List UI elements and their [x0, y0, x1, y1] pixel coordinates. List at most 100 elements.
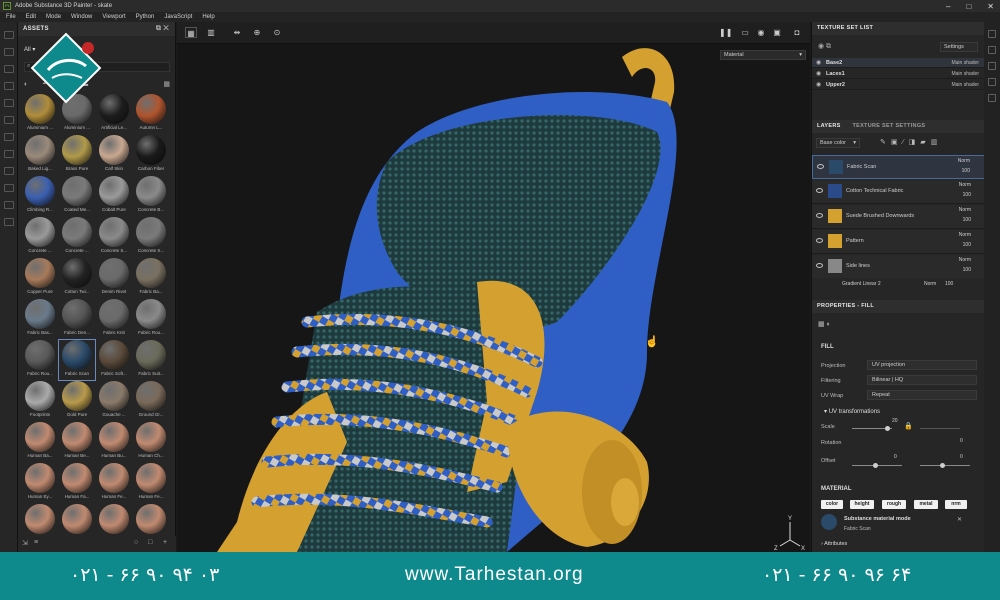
close-icon[interactable]: ✕ — [957, 516, 962, 523]
viewport-3d[interactable]: Y Z X — [177, 22, 810, 552]
menu-mode[interactable]: Mode — [46, 14, 61, 20]
pause-icon[interactable]: ❚❚ — [719, 27, 732, 38]
eye-icon[interactable]: ◉ — [816, 81, 821, 88]
grid-layout-icon[interactable]: ▦ — [185, 27, 197, 38]
maximize-icon[interactable]: □ — [966, 2, 971, 11]
channel-select[interactable]: Base color ▾ — [816, 138, 860, 148]
smudge-icon[interactable] — [3, 99, 14, 107]
layer-blend[interactable]: Norm — [959, 232, 971, 238]
layer-blend[interactable]: Norm — [959, 182, 971, 188]
scale-slider-y[interactable] — [920, 428, 960, 429]
channel-metal-button[interactable]: metal — [914, 500, 938, 509]
tab-texture-set-settings[interactable]: TEXTURE SET SETTINGS — [852, 123, 925, 129]
asset-tile[interactable]: Carbon Fiber — [133, 135, 169, 175]
menu-file[interactable]: File — [6, 14, 16, 20]
asset-tile[interactable]: Fabric Knit — [96, 299, 132, 339]
attributes-section[interactable]: › Attributes — [821, 541, 847, 547]
asset-tile[interactable]: Human Fe... — [96, 463, 132, 503]
viewport-mode-select[interactable]: Material ▾ — [720, 50, 806, 60]
properties-icon[interactable] — [988, 62, 996, 70]
lock-icon[interactable]: 🔒 — [904, 422, 913, 430]
menu-javascript[interactable]: JavaScript — [164, 14, 192, 20]
square-icon[interactable]: □ — [148, 539, 152, 546]
projection-select[interactable]: UV projection — [867, 360, 977, 370]
asset-tile[interactable]: Copper Pure — [22, 258, 58, 298]
menu-edit[interactable]: Edit — [26, 14, 36, 20]
close-icon[interactable]: ✕ — [987, 2, 994, 11]
asset-tile[interactable]: Denim Rivet — [96, 258, 132, 298]
asset-tile[interactable]: Autumn L... — [133, 94, 169, 134]
asset-tile[interactable]: Concrete ... — [22, 217, 58, 257]
asset-tile[interactable]: Fabric Scan — [58, 339, 96, 381]
menu-python[interactable]: Python — [136, 14, 155, 20]
asset-tile[interactable]: Concrete ... — [59, 217, 95, 257]
layer-visibility-icon[interactable] — [817, 164, 824, 169]
asset-tile[interactable]: Human Ba... — [22, 422, 58, 462]
eye-toggle-icon[interactable]: ◉ ⧉ — [818, 42, 831, 51]
layer-opacity[interactable]: 100 — [963, 217, 971, 223]
layer-opacity[interactable]: 100 — [963, 242, 971, 248]
layer-row[interactable]: Side lines Norm 100 — [812, 255, 985, 279]
asset-tile[interactable]: Coated Me... — [59, 176, 95, 216]
asset-tile[interactable]: Human Ch... — [133, 422, 169, 462]
history-icon[interactable] — [988, 78, 996, 86]
channel-rough-button[interactable]: rough — [882, 500, 906, 509]
tab-layers[interactable]: LAYERS — [817, 123, 841, 129]
asset-tile[interactable]: Concrete S... — [96, 217, 132, 257]
uv-transformations-title[interactable]: ▾ UV transformations — [824, 408, 880, 415]
asset-tile[interactable]: Cobalt Pure — [96, 176, 132, 216]
asset-tile[interactable]: Gold Pure — [59, 381, 95, 421]
split-view-icon[interactable]: ▥ — [205, 27, 217, 38]
texture-set-icon[interactable] — [988, 30, 996, 38]
layer-blend[interactable]: Norm — [959, 207, 971, 213]
channel-height-button[interactable]: height — [850, 500, 874, 509]
channel-color-button[interactable]: color — [821, 500, 843, 509]
texture-set-row[interactable]: ◉ Base2 Main shader — [812, 58, 985, 68]
asset-tile[interactable]: Human Bu... — [96, 422, 132, 462]
screen-capture-icon[interactable]: ▭ — [739, 27, 751, 38]
menu-window[interactable]: Window — [71, 14, 92, 20]
asset-tile[interactable]: Fabric Rou... — [22, 340, 58, 380]
add-group-icon[interactable]: ▰ — [920, 139, 930, 146]
layer-row[interactable]: Fabric Scan Norm 100 — [812, 155, 985, 179]
camera-icon[interactable]: ◘ — [791, 27, 803, 38]
asset-tile[interactable]: Footprints — [22, 381, 58, 421]
grid-view-icon[interactable]: ▦ — [163, 80, 170, 88]
asset-tile[interactable]: Calf Skin — [96, 135, 132, 175]
layer-visibility-icon[interactable] — [816, 213, 823, 218]
texture-set-settings-button[interactable]: Settings — [940, 42, 978, 52]
offset-y-knob[interactable] — [940, 463, 945, 468]
color-picker-icon[interactable] — [3, 133, 14, 141]
asset-tile[interactable]: Human Be... — [59, 422, 95, 462]
circle-icon[interactable]: ○ — [134, 539, 138, 546]
menu-help[interactable]: Help — [202, 14, 214, 20]
import-icon[interactable]: ⇲ — [22, 539, 28, 547]
align-icon[interactable]: ⊕ — [251, 27, 263, 38]
fill-tab-icon[interactable]: ▦ — [818, 321, 825, 328]
clone-icon[interactable] — [3, 116, 14, 124]
eye-icon[interactable]: ◉ — [816, 59, 821, 66]
layer-subrow[interactable]: Gradient Linear 2 Norm 100 — [812, 278, 985, 290]
asset-tile[interactable]: Concrete B... — [133, 176, 169, 216]
layer-visibility-icon[interactable] — [816, 263, 823, 268]
asset-tile[interactable]: Fabric Ba... — [133, 258, 169, 298]
delete-layer-icon[interactable]: ▥ — [931, 139, 943, 146]
website-url[interactable]: www.Tarhestan.org — [405, 564, 584, 586]
asset-tile[interactable]: Fabric Rou... — [133, 299, 169, 339]
layer-opacity[interactable]: 100 — [963, 267, 971, 273]
asset-tile[interactable]: Concrete S... — [133, 217, 169, 257]
offset-x-knob[interactable] — [873, 463, 878, 468]
layer-opacity[interactable]: 100 — [963, 192, 971, 198]
texture-set-row[interactable]: ◉ Upper2 Main shader — [812, 80, 985, 90]
filter-icon[interactable]: ≡ — [34, 539, 38, 546]
add-fill-layer-icon[interactable]: ◨ — [909, 139, 921, 146]
asset-tile[interactable]: Human Fe... — [133, 463, 169, 503]
layer-row[interactable]: Suede Brushed Downwards Norm 100 — [812, 205, 985, 229]
material-thumbnail[interactable] — [821, 514, 837, 530]
asset-tile[interactable]: Cotton Twi... — [59, 258, 95, 298]
asset-tile[interactable]: Fabric Soft... — [96, 340, 132, 380]
layer-visibility-icon[interactable] — [816, 238, 823, 243]
assets-icon[interactable] — [3, 167, 14, 175]
layer-row[interactable]: Cotton Technical Fabric Norm 100 — [812, 180, 985, 204]
minimize-icon[interactable]: – — [946, 2, 950, 11]
